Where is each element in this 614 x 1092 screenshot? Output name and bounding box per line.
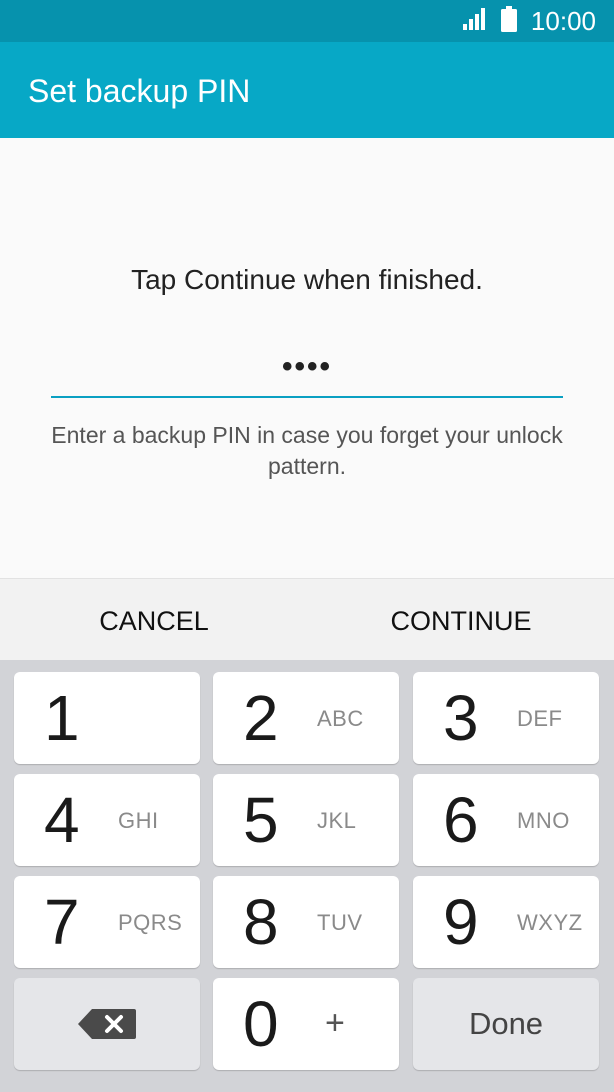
status-time: 10:00	[530, 5, 596, 36]
key-letters: DEF	[517, 706, 563, 731]
key-7[interactable]: 7 PQRS	[14, 876, 200, 968]
numeric-keypad: 1 2 ABC 3 DEF 4 GHI 5 JKL 6 MNO 7 PQRS 8…	[0, 660, 614, 1092]
key-digit: 1	[44, 682, 80, 754]
key-digit: 3	[443, 682, 479, 754]
key-letters: MNO	[517, 808, 570, 833]
app-bar: Set backup PIN	[0, 42, 614, 138]
key-1[interactable]: 1	[14, 672, 200, 764]
key-digit: 6	[443, 784, 479, 856]
action-bar: CANCEL CONTINUE	[0, 578, 614, 660]
done-button[interactable]: Done	[413, 978, 599, 1070]
key-letters: TUV	[317, 910, 363, 935]
key-letters: GHI	[118, 808, 159, 833]
key-2[interactable]: 2 ABC	[213, 672, 399, 764]
page-title: Set backup PIN	[28, 73, 251, 109]
key-9[interactable]: 9 WXYZ	[413, 876, 599, 968]
key-5[interactable]: 5 JKL	[213, 774, 399, 866]
key-digit: 0	[243, 988, 279, 1060]
pin-input[interactable]: ••••	[51, 338, 563, 398]
key-0[interactable]: 0 +	[213, 978, 399, 1070]
key-letters: JKL	[317, 808, 357, 833]
key-letters: WXYZ	[517, 910, 583, 935]
key-letters: PQRS	[118, 910, 183, 935]
key-digit: 4	[44, 784, 80, 856]
key-digit: 7	[44, 886, 80, 958]
done-label: Done	[468, 1006, 544, 1041]
key-digit: 5	[243, 784, 279, 856]
cancel-button[interactable]: CANCEL	[54, 579, 254, 661]
backspace-icon	[78, 1009, 136, 1044]
instruction-text: Tap Continue when finished.	[131, 264, 483, 295]
key-6[interactable]: 6 MNO	[413, 774, 599, 866]
help-text: Enter a backup PIN in case you forget yo…	[51, 422, 563, 479]
continue-button[interactable]: CONTINUE	[352, 579, 570, 661]
key-digit: 9	[443, 886, 479, 958]
key-4[interactable]: 4 GHI	[14, 774, 200, 866]
battery-icon	[500, 5, 517, 37]
pin-setup-panel: Tap Continue when finished. •••• Enter a…	[0, 138, 614, 578]
key-plus: +	[325, 1004, 345, 1042]
signal-icon	[462, 7, 487, 35]
status-bar: 10:00	[0, 0, 614, 42]
key-digit: 2	[243, 682, 279, 754]
key-letters: ABC	[317, 706, 364, 731]
key-8[interactable]: 8 TUV	[213, 876, 399, 968]
key-digit: 8	[243, 886, 279, 958]
key-3[interactable]: 3 DEF	[413, 672, 599, 764]
backspace-button[interactable]	[14, 978, 200, 1070]
